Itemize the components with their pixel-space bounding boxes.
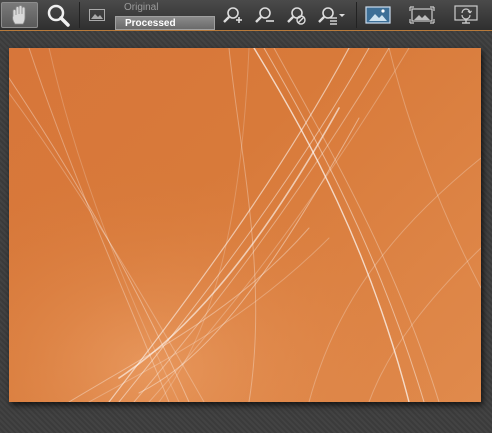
image-viewer: Original Processed: [0, 0, 492, 433]
image-view-button[interactable]: [84, 2, 110, 28]
zoom-out-icon: [254, 5, 274, 25]
original-processed-toggle[interactable]: Original Processed: [115, 1, 215, 30]
zoom-in-icon: [222, 5, 242, 25]
fit-screen-icon: [453, 5, 479, 25]
toolbar-separator: [79, 2, 80, 28]
zoom-menu-icon: [317, 5, 347, 25]
fit-screen-button[interactable]: [452, 2, 480, 28]
abstract-streaks-artwork: [9, 48, 481, 402]
zoom-in-button[interactable]: [220, 2, 244, 28]
fit-width-button[interactable]: [408, 2, 436, 28]
zoom-reset-icon: [286, 5, 306, 25]
zoom-out-button[interactable]: [252, 2, 276, 28]
fit-width-icon: [409, 6, 435, 24]
fit-image-button[interactable]: [364, 2, 392, 28]
zoom-menu-button[interactable]: [316, 2, 348, 28]
magnifier-icon: [46, 3, 70, 27]
picture-icon: [89, 9, 105, 21]
zoom-reset-button[interactable]: [284, 2, 308, 28]
fit-image-icon: [365, 6, 391, 24]
hand-tool-button[interactable]: [1, 2, 38, 28]
toolbar: Original Processed: [0, 0, 492, 31]
toolbar-separator: [356, 2, 357, 28]
zoom-tool-button[interactable]: [40, 2, 76, 28]
processed-option[interactable]: Processed: [115, 16, 215, 30]
hand-icon: [9, 4, 31, 26]
original-option[interactable]: Original: [115, 1, 215, 15]
image-canvas[interactable]: [0, 31, 492, 433]
processed-image: [9, 48, 481, 402]
